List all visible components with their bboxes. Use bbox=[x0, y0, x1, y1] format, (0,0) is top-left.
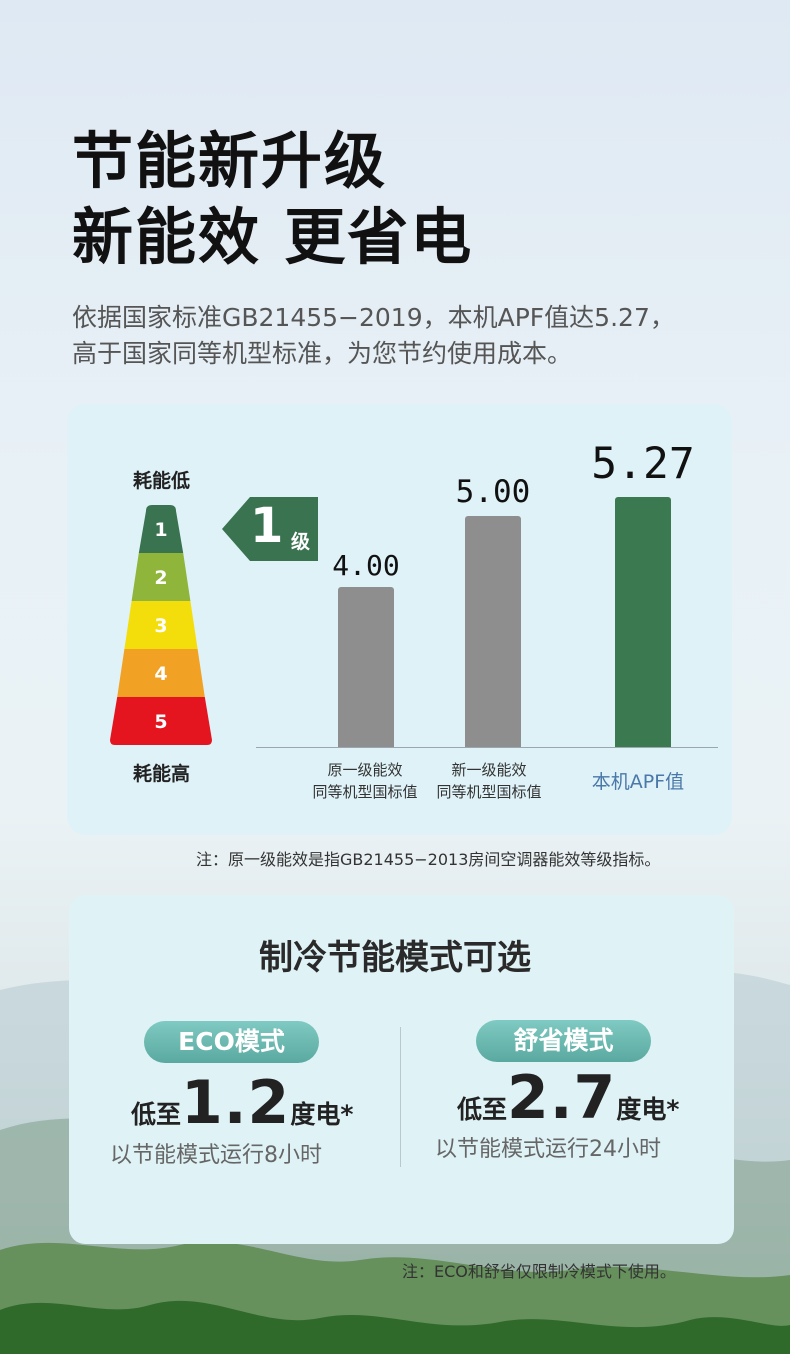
eco-mode-value: 1.2 bbox=[181, 1068, 291, 1138]
bar-value-label-1: 4.00 bbox=[332, 549, 400, 583]
cooling-modes-title: 制冷节能模式可选 bbox=[259, 938, 531, 978]
bar-value-label-2: 5.00 bbox=[455, 474, 531, 511]
footnote-energy-standard: 注：原一级能效是指GB21455−2013房间空调器能效等级指标。 bbox=[196, 850, 661, 869]
pyramid-level-label: 5 bbox=[154, 711, 167, 733]
pyramid-level-label: 4 bbox=[154, 663, 167, 685]
intro-line-2: 高于国家同等机型标准，为您节约使用成本。 bbox=[72, 339, 573, 368]
pyramid-level-label: 2 bbox=[154, 567, 167, 589]
eco-mode-consumption: 低至1.2度电* bbox=[131, 1068, 354, 1138]
footnote-mode-usage: 注：ECO和舒省仅限制冷模式下使用。 bbox=[402, 1262, 676, 1281]
headline: 节能新升级 新能效 更省电 bbox=[72, 124, 473, 276]
comfort-mode-value: 2.7 bbox=[507, 1063, 617, 1133]
pyramid-level-label: 1 bbox=[154, 519, 167, 541]
pyramid-level-label: 3 bbox=[154, 615, 167, 637]
comfort-mode-consumption: 低至2.7度电* bbox=[457, 1063, 680, 1133]
category-label-this-unit: 本机APF值 bbox=[591, 771, 685, 793]
headline-line-1: 节能新升级 bbox=[72, 126, 388, 197]
energy-level-pyramid: 1 2 3 4 5 bbox=[110, 505, 212, 745]
bar-1 bbox=[338, 587, 394, 747]
comfort-mode-description: 以节能模式运行24小时 bbox=[435, 1137, 661, 1162]
bar-3 bbox=[615, 497, 671, 747]
eco-mode-pill: ECO模式 bbox=[144, 1021, 319, 1063]
eco-mode-description: 以节能模式运行8小时 bbox=[110, 1143, 322, 1168]
comfort-mode-pill: 舒省模式 bbox=[476, 1020, 651, 1062]
intro-text: 依据国家标准GB21455−2019，本机APF值达5.27， 高于国家同等机型… bbox=[72, 300, 752, 372]
scale-bottom-label: 耗能高 bbox=[133, 763, 191, 785]
headline-line-2: 新能效 更省电 bbox=[72, 202, 474, 273]
intro-line-1: 依据国家标准GB21455−2019，本机APF值达5.27， bbox=[72, 303, 675, 332]
bar-2 bbox=[465, 516, 521, 747]
modes-divider bbox=[400, 1027, 401, 1167]
category-label-new-grade1: 新一级能效 同等机型国标值 bbox=[436, 761, 542, 801]
bar-value-label-3: 5.27 bbox=[591, 438, 695, 489]
scale-top-label: 耗能低 bbox=[133, 470, 191, 492]
chart-baseline bbox=[256, 747, 718, 748]
grade-badge-number: 1 bbox=[250, 498, 284, 554]
